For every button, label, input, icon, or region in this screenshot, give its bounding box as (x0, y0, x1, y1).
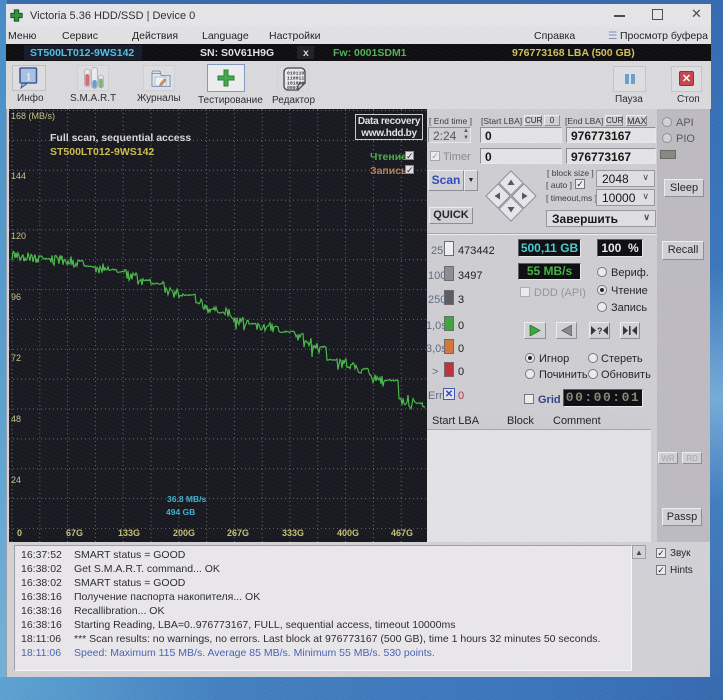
svg-text:0001: 0001 (287, 85, 299, 91)
svg-text:1: 1 (26, 70, 32, 84)
svg-text:?: ? (597, 326, 603, 336)
